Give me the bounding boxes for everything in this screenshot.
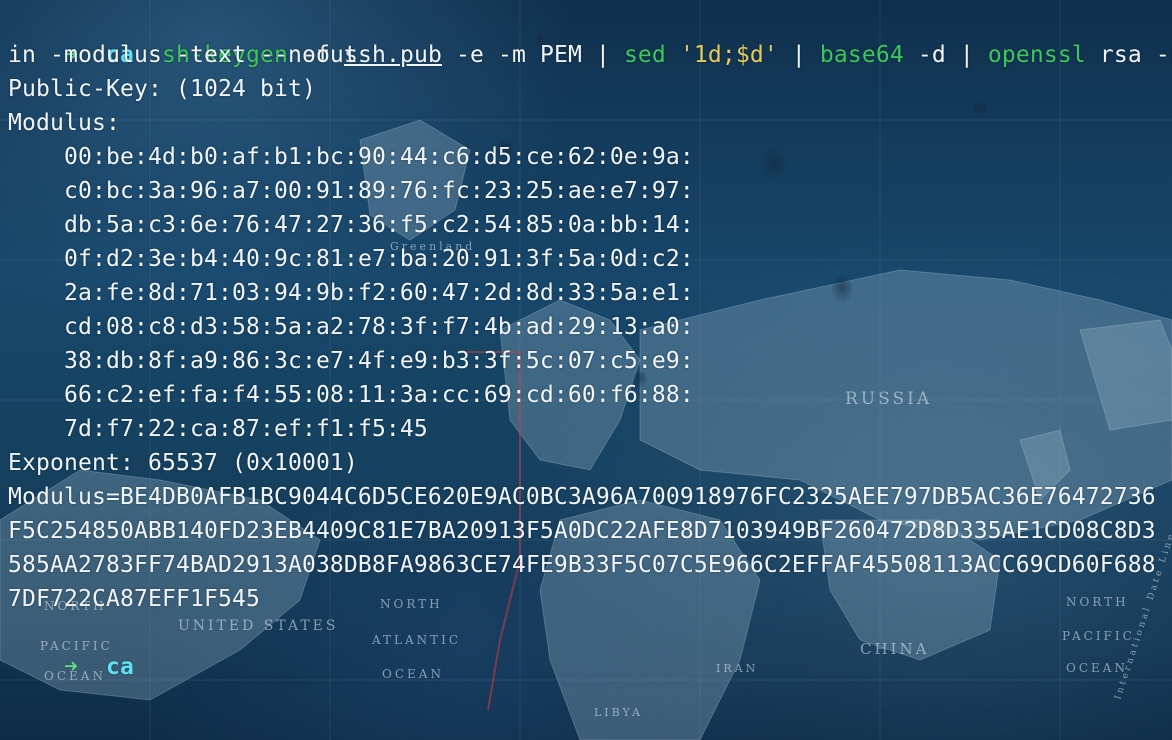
command-base64: base64 <box>819 42 904 68</box>
map-label-iran: IRAN <box>716 662 758 675</box>
command-args-4: rsa -pub <box>1099 42 1172 68</box>
command-file-arg: ssh.pub <box>343 42 442 68</box>
map-label-libya: LIBYA <box>594 706 643 719</box>
modulus-line: 7d:f7:22:ca:87:ef:f1:f5:45 <box>64 416 428 442</box>
public-key-size: Public-Key: (1024 bit) <box>8 76 316 102</box>
modulus-line: 2a:fe:8d:71:03:94:9b:f2:60:47:2d:8d:33:5… <box>64 280 694 306</box>
modulus-line: 0f:d2:3e:b4:40:9c:81:e7:ba:20:91:3f:5a:0… <box>64 246 694 272</box>
modulus-hex-line: Modulus=BE4DB0AFB1BC9044C6D5CE620E9AC0BC… <box>8 484 1156 510</box>
command-sed-expression: '1d;$d' <box>679 42 778 68</box>
modulus-line: 66:c2:ef:fa:f4:55:08:11:3a:cc:69:cd:60:f… <box>64 382 694 408</box>
modulus-line: c0:bc:3a:96:a7:00:91:89:76:fc:23:25:ae:e… <box>64 178 694 204</box>
map-label-ocean-atlantic: OCEAN <box>382 667 444 681</box>
modulus-hex-line: 7DF722CA87EFF1F545 <box>8 586 260 612</box>
modulus-line: 00:be:4d:b0:af:b1:bc:90:44:c6:d5:ce:62:0… <box>64 144 694 170</box>
modulus-line: db:5a:c3:6e:76:47:27:36:f5:c2:54:85:0a:b… <box>64 212 694 238</box>
terminal-output[interactable]: ➜ ca ssh-keygen -f ssh.pub -e -m PEM | s… <box>8 4 1172 680</box>
prompt-arrow-icon: ➜ <box>64 654 78 680</box>
map-label-ocean-right: OCEAN <box>1066 661 1128 675</box>
modulus-line: 38:db:8f:a9:86:3c:e7:4f:e9:b3:3f:5c:07:c… <box>64 348 694 374</box>
command-pipe-1: | <box>777 42 820 68</box>
command-space <box>666 42 680 68</box>
modulus-line: cd:08:c8:d3:58:5a:a2:78:3f:f7:4b:ad:29:1… <box>64 314 694 340</box>
prompt-directory: ca <box>106 654 134 680</box>
exponent-line: Exponent: 65537 (0x10001) <box>8 450 358 476</box>
modulus-hex-line: 585AA2783FF74BAD2913A038DB8FA9863CE74FE9… <box>8 552 1156 578</box>
command-line: ➜ ca ssh-keygen -f ssh.pub -e -m PEM | s… <box>8 4 1172 68</box>
modulus-label: Modulus: <box>8 110 120 136</box>
final-prompt-line[interactable]: ➜ ca <box>8 616 1168 680</box>
command-openssl: openssl <box>987 42 1086 68</box>
command-args-3: -d | <box>903 42 988 68</box>
command-args-2: -e -m PEM | <box>441 42 624 68</box>
command-sed: sed <box>623 42 666 68</box>
modulus-hex-line: F5C254850ABB140FD23EB4409C81E7BA20913F5A… <box>8 518 1156 544</box>
